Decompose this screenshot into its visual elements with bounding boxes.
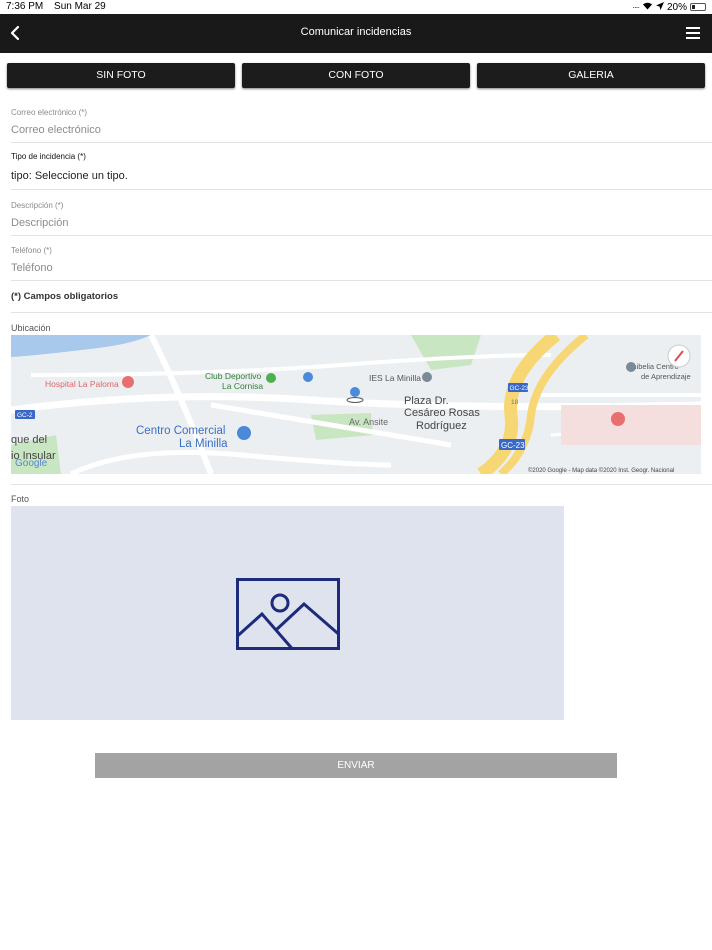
divider (11, 312, 712, 313)
hospital-pin-right-icon (611, 412, 625, 426)
map-label-que: que del (11, 434, 47, 446)
required-note: (*) Campos obligatorios (11, 291, 119, 302)
page-title: Comunicar incidencias (300, 26, 412, 38)
shop-pin-icon (303, 372, 313, 382)
incident-type-select[interactable]: tipo: Seleccione un tipo. (11, 170, 712, 182)
location-map[interactable]: Hospital La Paloma Club Deportivo La Cor… (11, 335, 701, 474)
location-arrow-icon (655, 1, 664, 13)
status-date: Sun Mar 29 (54, 1, 106, 12)
description-label: Descripción (*) (11, 201, 64, 210)
phone-label: Teléfono (*) (11, 246, 52, 255)
map-label-avenida: Av. Ansite (349, 417, 388, 427)
status-bar: 7:36 PM Sun Mar 29 ···· 20% (0, 0, 712, 14)
map-label-ies: IES La Minilla (369, 373, 421, 383)
signal-dots-icon: ···· (632, 2, 640, 12)
galeria-button[interactable]: GALERIA (477, 63, 705, 88)
email-label: Correo electrónico (*) (11, 108, 88, 117)
park-pin-icon (266, 373, 276, 383)
map-attribution: ©2020 Google - Map data ©2020 Inst. Geog… (528, 467, 674, 474)
description-input[interactable]: Descripción (11, 217, 712, 229)
map-label-hospital: Hospital La Paloma (45, 379, 119, 389)
location-label: Ubicación (11, 323, 51, 333)
photo-option-buttons: SIN FOTO CON FOTO GALERIA (7, 63, 705, 88)
map-label-plaza3: Rodríguez (416, 420, 467, 432)
battery-icon (690, 3, 706, 11)
road-number-18: 18 (511, 399, 519, 406)
sin-foto-button[interactable]: SIN FOTO (7, 63, 235, 88)
map-label-centro: Centro Comercial (136, 425, 225, 437)
map-label-centro2: La Minilla (179, 438, 228, 450)
battery-percent: 20% (666, 1, 687, 13)
hamburger-menu-icon[interactable] (686, 27, 700, 39)
school-pin-icon (422, 372, 432, 382)
user-location-icon (350, 387, 360, 397)
road-shield-gc23b: GC-23 (501, 441, 525, 450)
photo-preview[interactable] (11, 506, 564, 720)
email-field[interactable]: Correo electrónico (*) Correo electrónic… (11, 108, 712, 143)
map-label-unibelia2: de Aprendizaje (641, 372, 691, 381)
road-shield-gc23a: GC-23 (510, 385, 530, 392)
con-foto-button[interactable]: CON FOTO (242, 63, 470, 88)
navigation-bar: Comunicar incidencias (0, 14, 712, 53)
road-shield-gc2: GC-2 (17, 412, 33, 419)
map-label-plaza2: Cesáreo Rosas (404, 407, 480, 419)
enviar-button[interactable]: ENVIAR (95, 753, 617, 778)
map-label-club2: La Cornisa (222, 381, 263, 391)
phone-input[interactable]: Teléfono (11, 262, 712, 274)
status-time: 7:36 PM (6, 1, 44, 12)
hospital-pin-icon (122, 376, 134, 388)
divider (11, 484, 712, 485)
map-label-plaza: Plaza Dr. (404, 395, 449, 407)
phone-field[interactable]: Teléfono (*) Teléfono (11, 246, 712, 281)
email-input[interactable]: Correo electrónico (11, 124, 712, 136)
map-label-club: Club Deportivo (205, 371, 261, 381)
map-graphic: Hospital La Paloma Club Deportivo La Cor… (11, 335, 701, 474)
wifi-icon (642, 1, 653, 13)
incident-type-field[interactable]: Tipo de incidencia (*) tipo: Seleccione … (11, 152, 712, 190)
google-logo: Google (15, 458, 48, 469)
incident-type-label: Tipo de incidencia (*) (11, 152, 86, 161)
photo-label: Foto (11, 494, 30, 504)
description-field[interactable]: Descripción (*) Descripción (11, 201, 712, 236)
image-placeholder-icon (236, 578, 340, 650)
